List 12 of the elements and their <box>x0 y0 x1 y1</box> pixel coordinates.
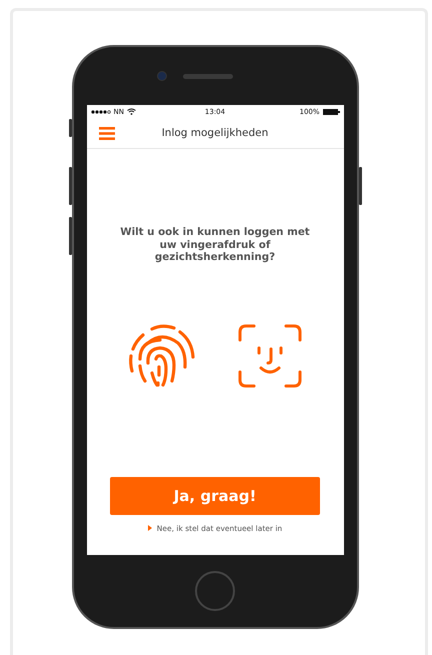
wifi-icon <box>126 108 136 115</box>
battery-icon <box>322 108 340 114</box>
face-id-icon <box>238 324 302 388</box>
signal-icon <box>90 110 110 114</box>
home-button[interactable] <box>195 571 235 611</box>
menu-icon[interactable] <box>98 126 114 140</box>
screen-title: Inlog mogelijkheden <box>162 127 268 139</box>
fingerprint-icon <box>128 322 196 388</box>
question-text: Wilt u ook in kunnen loggen met uw vingerafdruk of gezichtsherkenning? <box>120 226 310 264</box>
caret-icon <box>148 525 152 531</box>
speaker-icon <box>183 74 233 78</box>
camera-icon <box>157 71 167 81</box>
